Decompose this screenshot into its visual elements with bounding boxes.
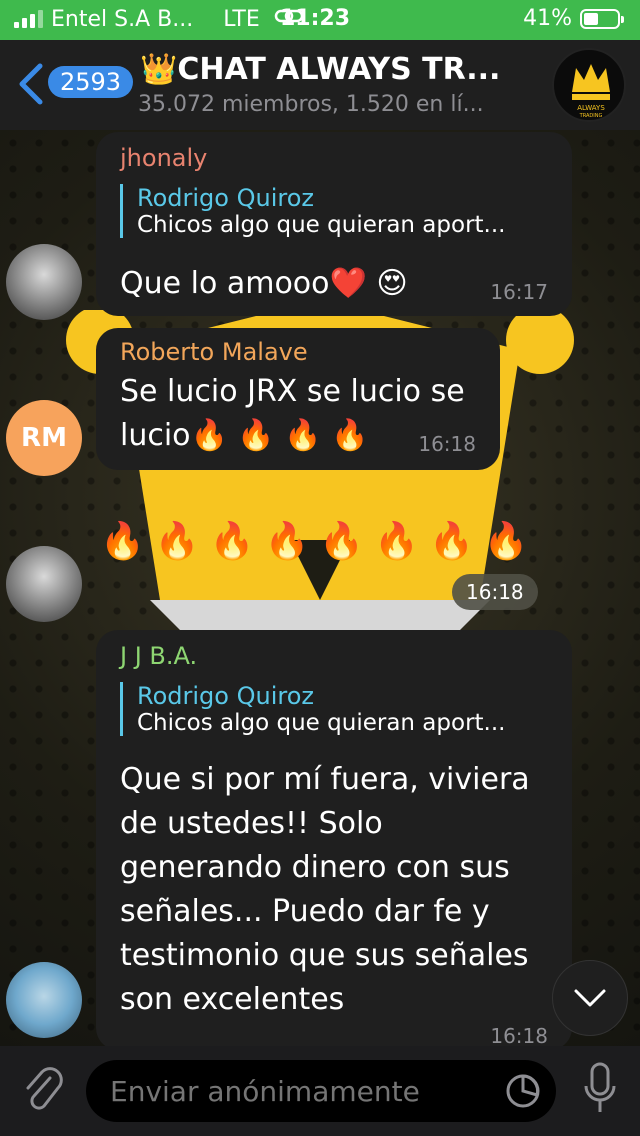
message-text: Que si por mí fuera, viviera de ustedes!… — [120, 762, 530, 1017]
message-bubble[interactable]: Roberto Malave Se lucio JRX se lucio se … — [96, 328, 500, 470]
reply-snippet: Chicos algo que quieran aport... — [137, 212, 506, 238]
reply-quote[interactable]: Rodrigo Quiroz Chicos algo que quieran a… — [120, 682, 550, 736]
emoji-message[interactable]: 🔥🔥🔥🔥🔥🔥🔥🔥 — [100, 520, 539, 562]
svg-text:TRADING: TRADING — [579, 113, 603, 119]
group-avatar[interactable]: ALWAYS TRADING — [552, 48, 626, 122]
status-bar: Entel S.A B... LTE 11:23 41% — [0, 0, 640, 40]
attach-icon[interactable] — [20, 1066, 66, 1116]
avatar-initials: RM — [21, 423, 67, 453]
sender-name[interactable]: J J B.A. — [120, 642, 197, 670]
sender-name[interactable]: jhonaly — [120, 144, 207, 172]
message-text: Que lo amooo❤️ 😍 — [120, 266, 408, 301]
battery-icon — [580, 8, 624, 29]
chat-area[interactable]: jhonaly Rodrigo Quiroz Chicos algo que q… — [0, 130, 640, 1046]
battery-group: 41% — [523, 6, 624, 31]
message-input[interactable] — [110, 1070, 490, 1112]
message-time: 16:18 — [418, 432, 476, 456]
avatar-jjba[interactable] — [6, 962, 82, 1038]
timer-icon[interactable] — [504, 1072, 542, 1110]
avatar-jhonaly[interactable] — [6, 546, 82, 622]
battery-percent: 41% — [523, 6, 572, 31]
carrier-label: Entel S.A B... — [51, 6, 194, 32]
message-bubble[interactable]: jhonaly Rodrigo Quiroz Chicos algo que q… — [96, 132, 572, 316]
message-input-box[interactable] — [86, 1060, 556, 1122]
network-label: LTE — [223, 6, 260, 32]
reply-author: Rodrigo Quiroz — [137, 682, 314, 710]
scroll-down-button[interactable] — [552, 960, 628, 1036]
reply-quote[interactable]: Rodrigo Quiroz Chicos algo que quieran a… — [120, 184, 550, 238]
message-time: 16:18 — [452, 574, 538, 610]
reply-author: Rodrigo Quiroz — [137, 184, 314, 212]
sender-name[interactable]: Roberto Malave — [120, 338, 308, 366]
message-time: 16:18 — [490, 1024, 548, 1046]
signal-icon — [14, 10, 43, 28]
chat-title[interactable]: 👑CHAT ALWAYS TR... — [140, 52, 500, 87]
clock: 11:23 — [280, 6, 351, 31]
avatar-roberto[interactable]: RM — [6, 400, 82, 476]
carrier-group: Entel S.A B... LTE — [14, 6, 304, 32]
mic-icon[interactable] — [582, 1062, 618, 1116]
avatar-jhonaly[interactable] — [6, 244, 82, 320]
reply-snippet: Chicos algo que quieran aport... — [137, 710, 506, 736]
chevron-down-icon — [574, 989, 606, 1007]
message-bubble[interactable]: J J B.A. Rodrigo Quiroz Chicos algo que … — [96, 630, 572, 1046]
chat-header: 2593 👑CHAT ALWAYS TR... 35.072 miembros,… — [0, 40, 640, 130]
unread-count-badge[interactable]: 2593 — [48, 66, 134, 98]
composer-bar — [0, 1046, 640, 1136]
back-icon[interactable] — [14, 62, 48, 106]
svg-text:ALWAYS: ALWAYS — [577, 104, 605, 112]
message-time: 16:17 — [490, 280, 548, 304]
chat-subtitle[interactable]: 35.072 miembros, 1.520 en lí... — [138, 92, 484, 117]
